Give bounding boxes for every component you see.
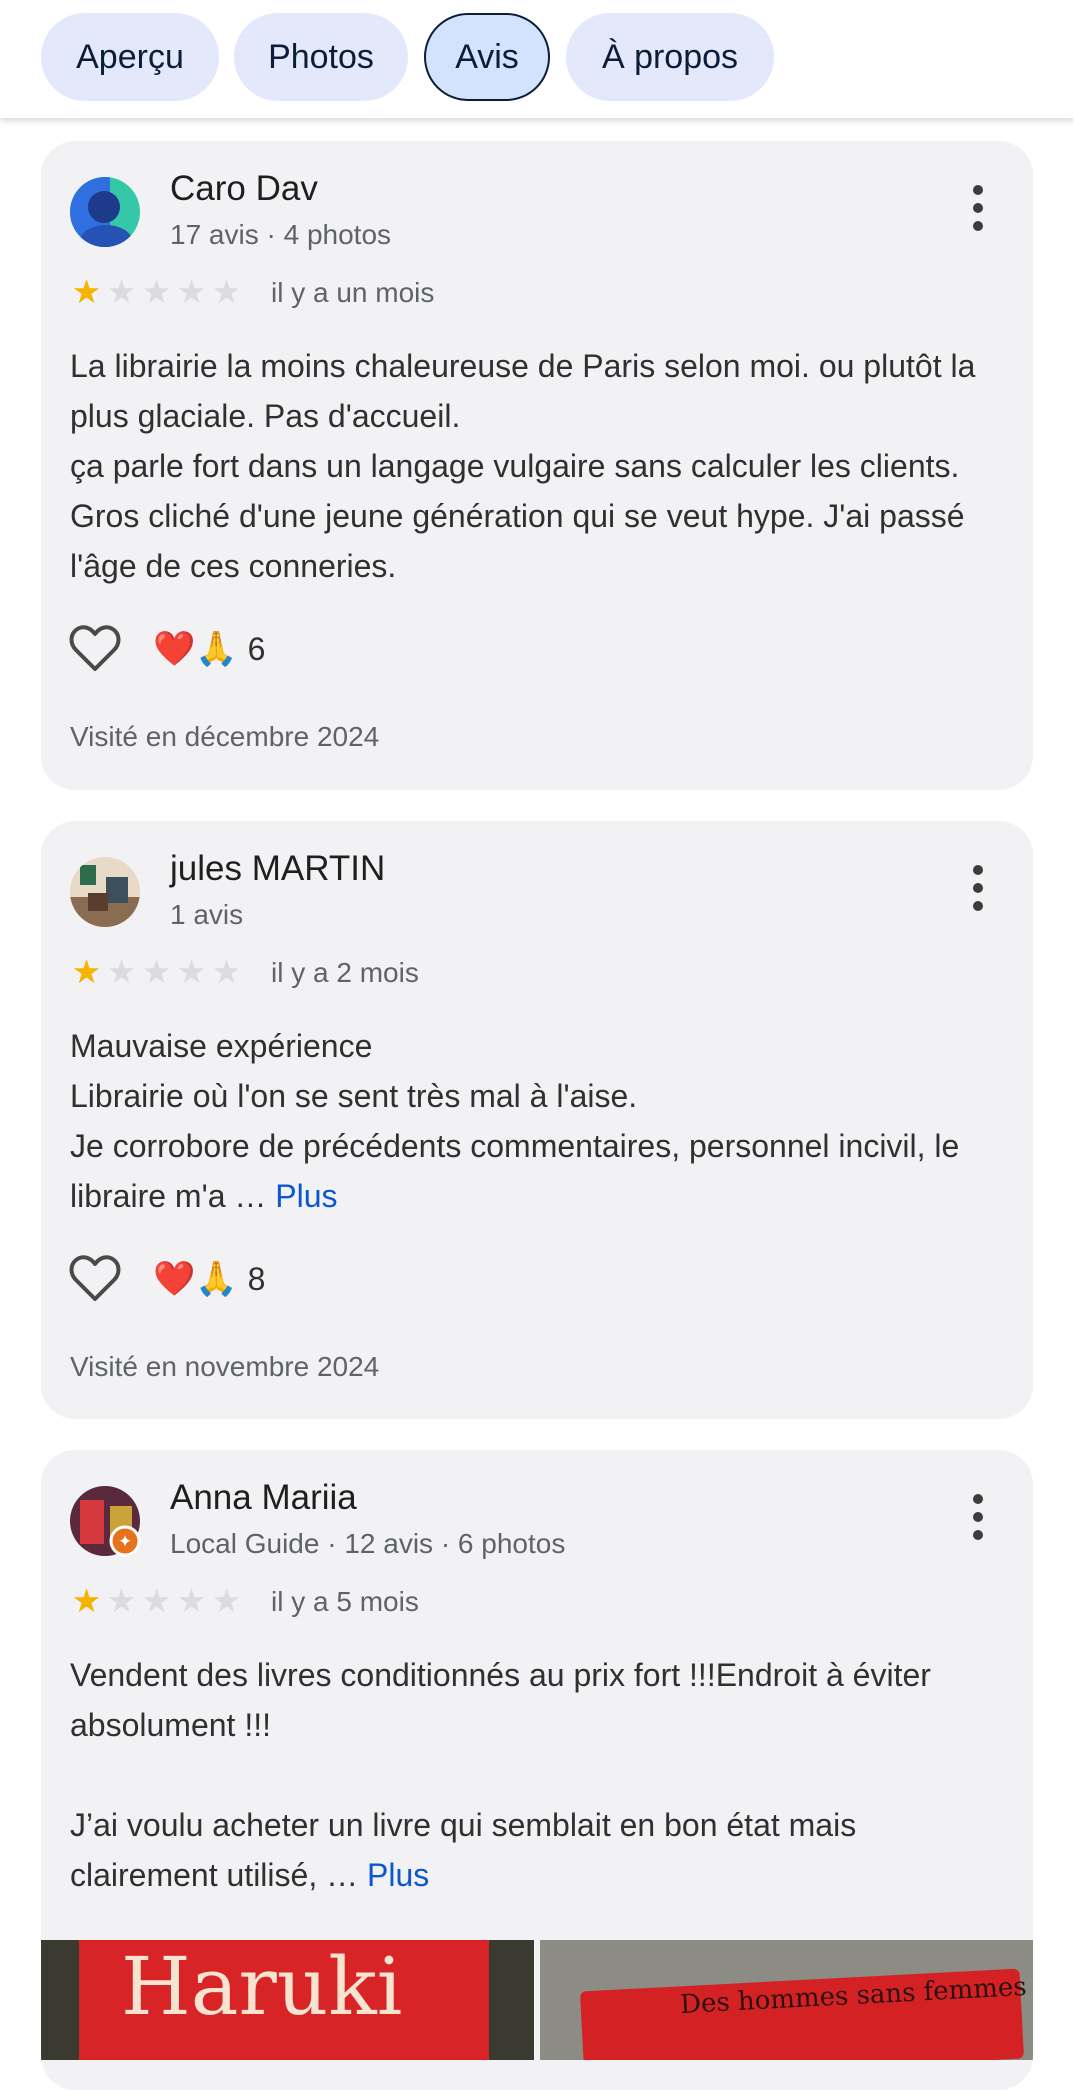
review-text-line: Je corrobore de précédents commentaires,…	[70, 1121, 1000, 1221]
star-empty-icon: ★	[176, 953, 207, 990]
heart-outline-icon[interactable]	[69, 1255, 121, 1303]
reaction-count: 8	[247, 1260, 266, 1297]
review-text-line: La librairie la moins chaleureuse de Par…	[70, 348, 976, 434]
star-empty-icon: ★	[141, 953, 172, 990]
avatar[interactable]: ✦	[70, 1486, 141, 1557]
reactions: ❤️🙏 8	[69, 1254, 265, 1304]
visited-date: Visité en décembre 2024	[70, 721, 380, 752]
review-date: il y a 2 mois	[271, 957, 419, 988]
reviewer-name[interactable]: Anna Mariia	[170, 1478, 357, 1518]
star-filled-icon: ★	[71, 953, 102, 990]
review-card: Caro Dav 17 avis · 4 photos ★ ★ ★ ★ ★ il y a…	[41, 141, 1033, 790]
star-empty-icon: ★	[211, 273, 242, 310]
review-date: il y a un mois	[271, 277, 435, 308]
reaction-emojis[interactable]: ❤️🙏	[153, 1259, 238, 1299]
reaction-emojis[interactable]: ❤️🙏	[153, 629, 238, 669]
review-text-line: Vendent des livres conditionnés au prix …	[70, 1657, 931, 1743]
reviewer-meta: Local Guide · 12 avis · 6 photos	[170, 1528, 566, 1559]
star-empty-icon: ★	[176, 1582, 207, 1619]
star-rating: ★ ★ ★ ★ ★	[69, 1584, 244, 1618]
star-empty-icon: ★	[211, 953, 242, 990]
heart-outline-icon[interactable]	[69, 625, 121, 673]
review-text: La librairie la moins chaleureuse de Par…	[70, 341, 1000, 591]
tab-bar: Aperçu Photos Avis À propos	[0, 0, 1074, 118]
book-title-text: Haruki	[121, 1940, 403, 2033]
avatar[interactable]	[70, 857, 140, 927]
reviewer-meta: 1 avis	[170, 899, 244, 930]
star-empty-icon: ★	[106, 273, 137, 310]
review-photo[interactable]: Des hommes sans femmes	[540, 1940, 1033, 2060]
star-rating: ★ ★ ★ ★ ★	[69, 955, 244, 989]
tab-photos[interactable]: Photos	[234, 13, 408, 101]
visited-date: Visité en novembre 2024	[70, 1351, 380, 1382]
review-text-truncated: Je corrobore de précédents commentaires,…	[70, 1128, 960, 1214]
more-options-icon[interactable]	[971, 185, 985, 231]
review-text-line: ça parle fort dans un langage vulgaire s…	[70, 448, 965, 584]
star-empty-icon: ★	[141, 1582, 172, 1619]
reviewer-name[interactable]: jules MARTIN	[170, 849, 385, 889]
review-photo[interactable]: Haruki	[41, 1940, 534, 2060]
tab-avis[interactable]: Avis	[424, 13, 550, 101]
reviewer-meta: 17 avis · 4 photos	[170, 219, 392, 250]
svg-text:✦: ✦	[118, 1532, 132, 1552]
review-card: jules MARTIN 1 avis ★ ★ ★ ★ ★ il y a 2 mois …	[41, 821, 1033, 1419]
review-text-line: Librairie où l'on se sent très mal à l'a…	[70, 1078, 638, 1114]
review-text-spacer	[70, 1750, 1000, 1800]
review-text-line: J’ai voulu acheter un livre qui semblait…	[70, 1800, 1000, 1900]
star-empty-icon: ★	[176, 273, 207, 310]
more-options-icon[interactable]	[971, 1494, 985, 1540]
review-text: Vendent des livres conditionnés au prix …	[70, 1650, 1000, 1900]
review-date: il y a 5 mois	[271, 1586, 419, 1617]
more-options-icon[interactable]	[971, 865, 985, 911]
tab-apercu[interactable]: Aperçu	[41, 13, 219, 101]
star-rating: ★ ★ ★ ★ ★	[69, 275, 244, 309]
star-filled-icon: ★	[71, 273, 102, 310]
star-empty-icon: ★	[106, 953, 137, 990]
reactions: ❤️🙏 6	[69, 624, 265, 674]
review-card: ✦ Anna Mariia Local Guide · 12 avis · 6 …	[41, 1450, 1033, 2090]
more-link[interactable]: Plus	[275, 1178, 337, 1214]
more-link[interactable]: Plus	[367, 1857, 429, 1893]
star-empty-icon: ★	[106, 1582, 137, 1619]
star-empty-icon: ★	[141, 273, 172, 310]
star-filled-icon: ★	[71, 1582, 102, 1619]
reviewer-name[interactable]: Caro Dav	[170, 169, 318, 209]
star-empty-icon: ★	[211, 1582, 242, 1619]
review-text: Mauvaise expérience Librairie où l'on se…	[70, 1021, 1000, 1221]
tab-a-propos[interactable]: À propos	[566, 13, 774, 101]
review-text-truncated: J’ai voulu acheter un livre qui semblait…	[70, 1807, 857, 1893]
reaction-count: 6	[247, 630, 266, 667]
avatar[interactable]	[70, 177, 140, 247]
review-text-line: Mauvaise expérience	[70, 1028, 373, 1064]
review-photos: Haruki Des hommes sans femmes	[41, 1940, 1033, 2060]
